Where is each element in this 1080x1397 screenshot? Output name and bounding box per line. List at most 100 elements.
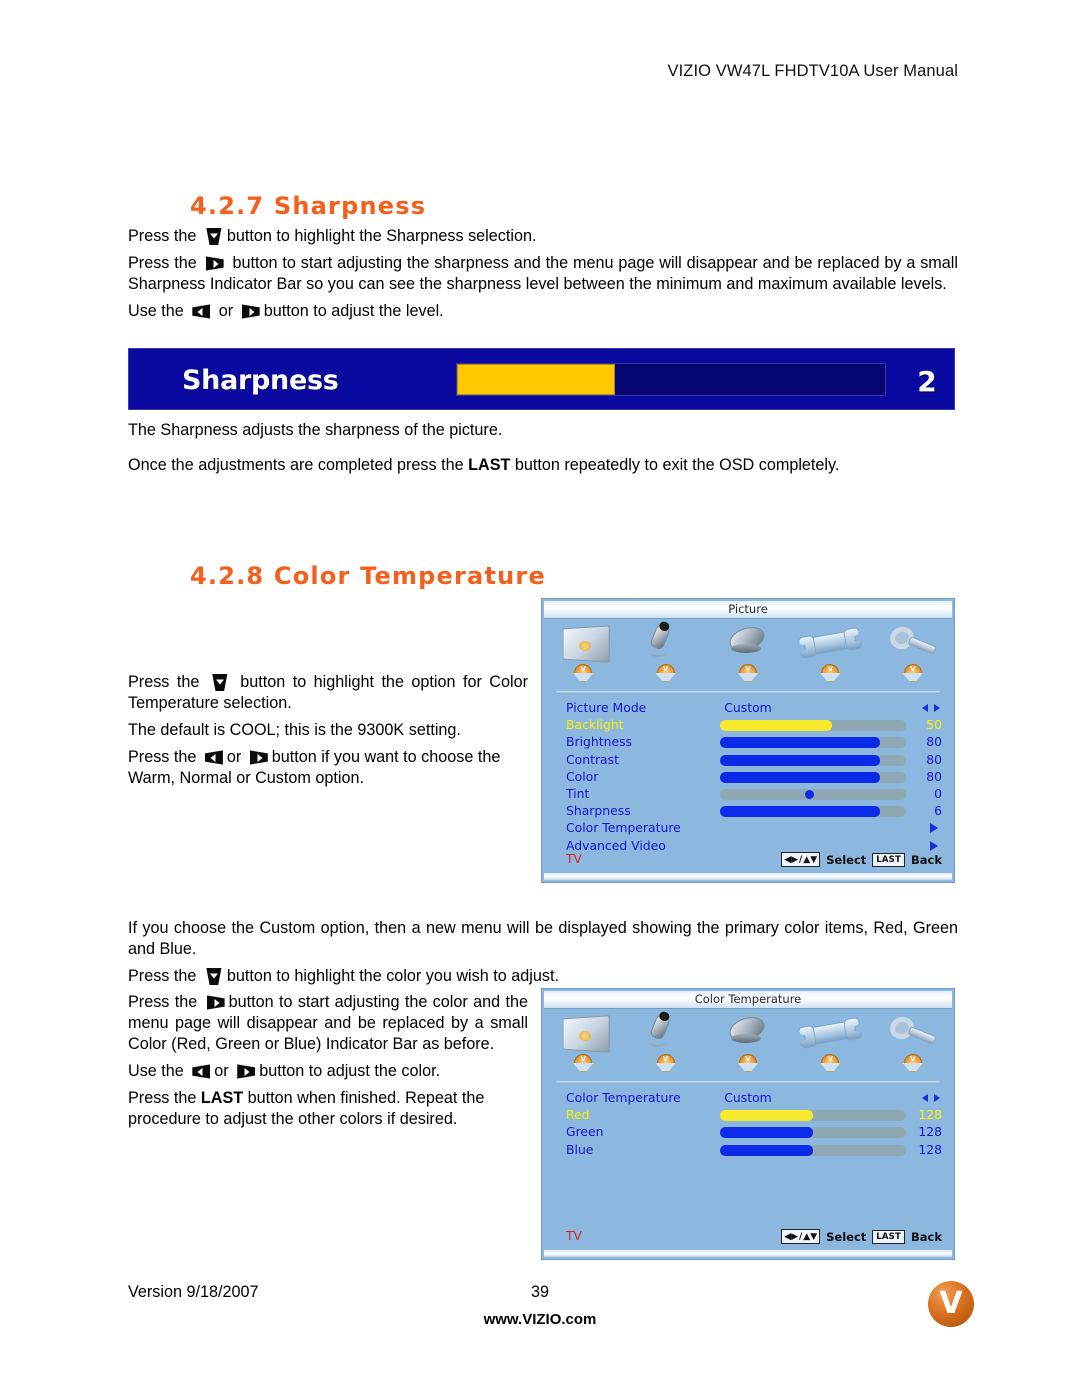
wrench-icon xyxy=(795,623,865,663)
right-button-icon xyxy=(205,994,227,1011)
sharpness-para-2-post: button to start adjusting the sharpness … xyxy=(128,254,958,293)
osd-row-value: 0 xyxy=(934,785,942,801)
parental-tab[interactable]: V xyxy=(878,1013,948,1072)
osd-row[interactable]: Tint 0 xyxy=(542,786,954,803)
sharpness-indicator-track[interactable] xyxy=(456,363,886,396)
osd-select-hint: Select xyxy=(826,1229,867,1244)
osd-row-label: Color Temperature xyxy=(566,820,681,836)
osd-row-slider[interactable] xyxy=(720,788,906,800)
osd-row-slider-fill xyxy=(720,737,880,749)
manual-page: VIZIO VW47L FHDTV10A User Manual 4.2.7 S… xyxy=(0,0,1080,1397)
vizio-logo: V xyxy=(928,1281,974,1327)
left-right-arrows-icon[interactable] xyxy=(922,704,940,713)
last-key-cap: LAST xyxy=(872,852,905,867)
sharpness-para-3: Use the or button to adjust the level. xyxy=(128,301,958,322)
setup-tab[interactable]: V xyxy=(795,1013,865,1072)
ct-para-6: Press the button to start adjusting the … xyxy=(128,992,528,1055)
osd-row-label: Green xyxy=(566,1124,604,1140)
last-key-label: LAST xyxy=(200,1089,244,1107)
parental-tab[interactable]: V xyxy=(878,623,948,682)
osd-row[interactable]: Color Temperature Custom xyxy=(542,1090,954,1107)
osd-row-slider-fill xyxy=(720,771,880,783)
osd-row[interactable]: Color 80 xyxy=(542,769,954,786)
osd-row-slider[interactable] xyxy=(720,737,906,749)
ct-para-1: Press the button to highlight the option… xyxy=(128,672,528,714)
tv-screen-icon xyxy=(548,623,618,663)
footer-url: www.VIZIO.com xyxy=(483,1311,597,1328)
osd-row-slider-fill xyxy=(720,1144,813,1156)
microphone-icon xyxy=(631,623,701,663)
ct-para-8-pre: Press the xyxy=(128,1089,201,1107)
audio-tab[interactable]: V xyxy=(631,623,701,682)
osd-picture-rows[interactable]: Picture Mode Custom Backlight 50 Brightness 8… xyxy=(542,700,954,855)
ct-para-8: Press the LAST button when finished. Rep… xyxy=(128,1088,528,1130)
osd-row[interactable]: Blue 128 xyxy=(542,1142,954,1159)
picture-tab[interactable]: V xyxy=(548,1013,618,1072)
osd-row-slider[interactable] xyxy=(720,1110,906,1122)
sharpness-para-3-post: button to adjust the level. xyxy=(263,302,444,320)
microphone-icon xyxy=(631,1013,701,1053)
osd-row-value: 80 xyxy=(926,734,942,750)
osd-row-slider-fill xyxy=(720,754,880,766)
picture-tab[interactable]: V xyxy=(548,623,618,682)
osd-row-label: Backlight xyxy=(566,717,624,733)
tuner-tab[interactable]: V xyxy=(713,622,783,682)
audio-tab[interactable]: V xyxy=(631,1013,701,1072)
ct-para-3: Press the or button if you want to choos… xyxy=(128,747,528,789)
osd-row[interactable]: Contrast 80 xyxy=(542,752,954,769)
sharpness-para-3-pre: Use the xyxy=(128,302,189,320)
left-button-icon xyxy=(203,749,225,766)
ct-para-5-post: button to highlight the color you wish t… xyxy=(226,967,559,985)
osd-ct-rows[interactable]: Color Temperature Custom Red 128 Green 128 Blu… xyxy=(542,1090,954,1159)
key-icon xyxy=(878,623,948,663)
osd-row[interactable]: Sharpness 6 xyxy=(542,803,954,820)
last-key-cap: LAST xyxy=(872,1229,905,1244)
right-button-icon xyxy=(235,1063,257,1080)
right-button-icon xyxy=(248,749,270,766)
osd-row[interactable]: Brightness 80 xyxy=(542,734,954,751)
osd-row-value: 128 xyxy=(918,1141,942,1157)
chevron-right-icon[interactable] xyxy=(930,823,938,834)
sharpness-para-5: Once the adjustments are completed press… xyxy=(128,455,958,476)
left-button-icon xyxy=(190,1063,212,1080)
tv-screen-icon xyxy=(548,1013,618,1053)
osd-row-label: Blue xyxy=(566,1141,594,1157)
osd-select-hint: Select xyxy=(826,852,867,867)
sharpness-para-5-pre: Once the adjustments are completed press… xyxy=(128,456,469,474)
osd-row[interactable]: Picture Mode Custom xyxy=(542,700,954,717)
setup-tab[interactable]: V xyxy=(795,623,865,682)
osd-color-temperature-menu[interactable]: Color Temperature V V V V V Color Temper… xyxy=(541,988,955,1260)
osd-row-slider[interactable] xyxy=(720,1144,906,1156)
osd-row[interactable]: Backlight 50 xyxy=(542,717,954,734)
sharpness-para-1-post: button to highlight the Sharpness select… xyxy=(226,227,537,245)
osd-row-slider-knob[interactable] xyxy=(805,789,815,799)
ct-para-7-pre: Use the xyxy=(128,1062,189,1080)
tab-badge-tuner: V xyxy=(736,1054,759,1072)
tab-badge-parental: V xyxy=(901,664,924,682)
osd-row-slider[interactable] xyxy=(720,754,906,766)
chevron-right-icon[interactable] xyxy=(930,840,938,851)
sharpness-para-1-pre: Press the xyxy=(128,227,201,245)
osd-row-value: Custom xyxy=(724,1090,772,1105)
osd-row-slider[interactable] xyxy=(720,771,906,783)
osd-ct-tab-row[interactable]: V V V V V xyxy=(542,1012,954,1072)
satellite-dish-icon xyxy=(713,622,783,663)
osd-row-slider-fill xyxy=(720,720,832,732)
left-right-arrows-icon[interactable] xyxy=(922,1094,940,1103)
osd-row[interactable]: Green 128 xyxy=(542,1124,954,1141)
osd-picture-tab-row[interactable]: V V V V V xyxy=(542,622,954,682)
osd-row-slider[interactable] xyxy=(720,806,906,818)
left-button-icon xyxy=(190,303,212,320)
osd-row-label: Color xyxy=(566,768,599,784)
osd-row-slider[interactable] xyxy=(720,1127,906,1139)
osd-picture-menu[interactable]: Picture V V V V V Picture Mode Custom Ba… xyxy=(541,598,955,883)
custom-option-paragraphs: If you choose the Custom option, then a … xyxy=(128,918,958,993)
osd-row-slider-fill xyxy=(720,1127,813,1139)
ct-para-1-pre: Press the xyxy=(128,673,207,691)
osd-row-slider-fill xyxy=(720,1110,813,1122)
tuner-tab[interactable]: V xyxy=(713,1012,783,1072)
osd-row[interactable]: Red 128 xyxy=(542,1107,954,1124)
osd-row-slider[interactable] xyxy=(720,720,906,732)
osd-row[interactable]: Color Temperature xyxy=(542,820,954,837)
tab-badge-picture: V xyxy=(572,664,595,682)
